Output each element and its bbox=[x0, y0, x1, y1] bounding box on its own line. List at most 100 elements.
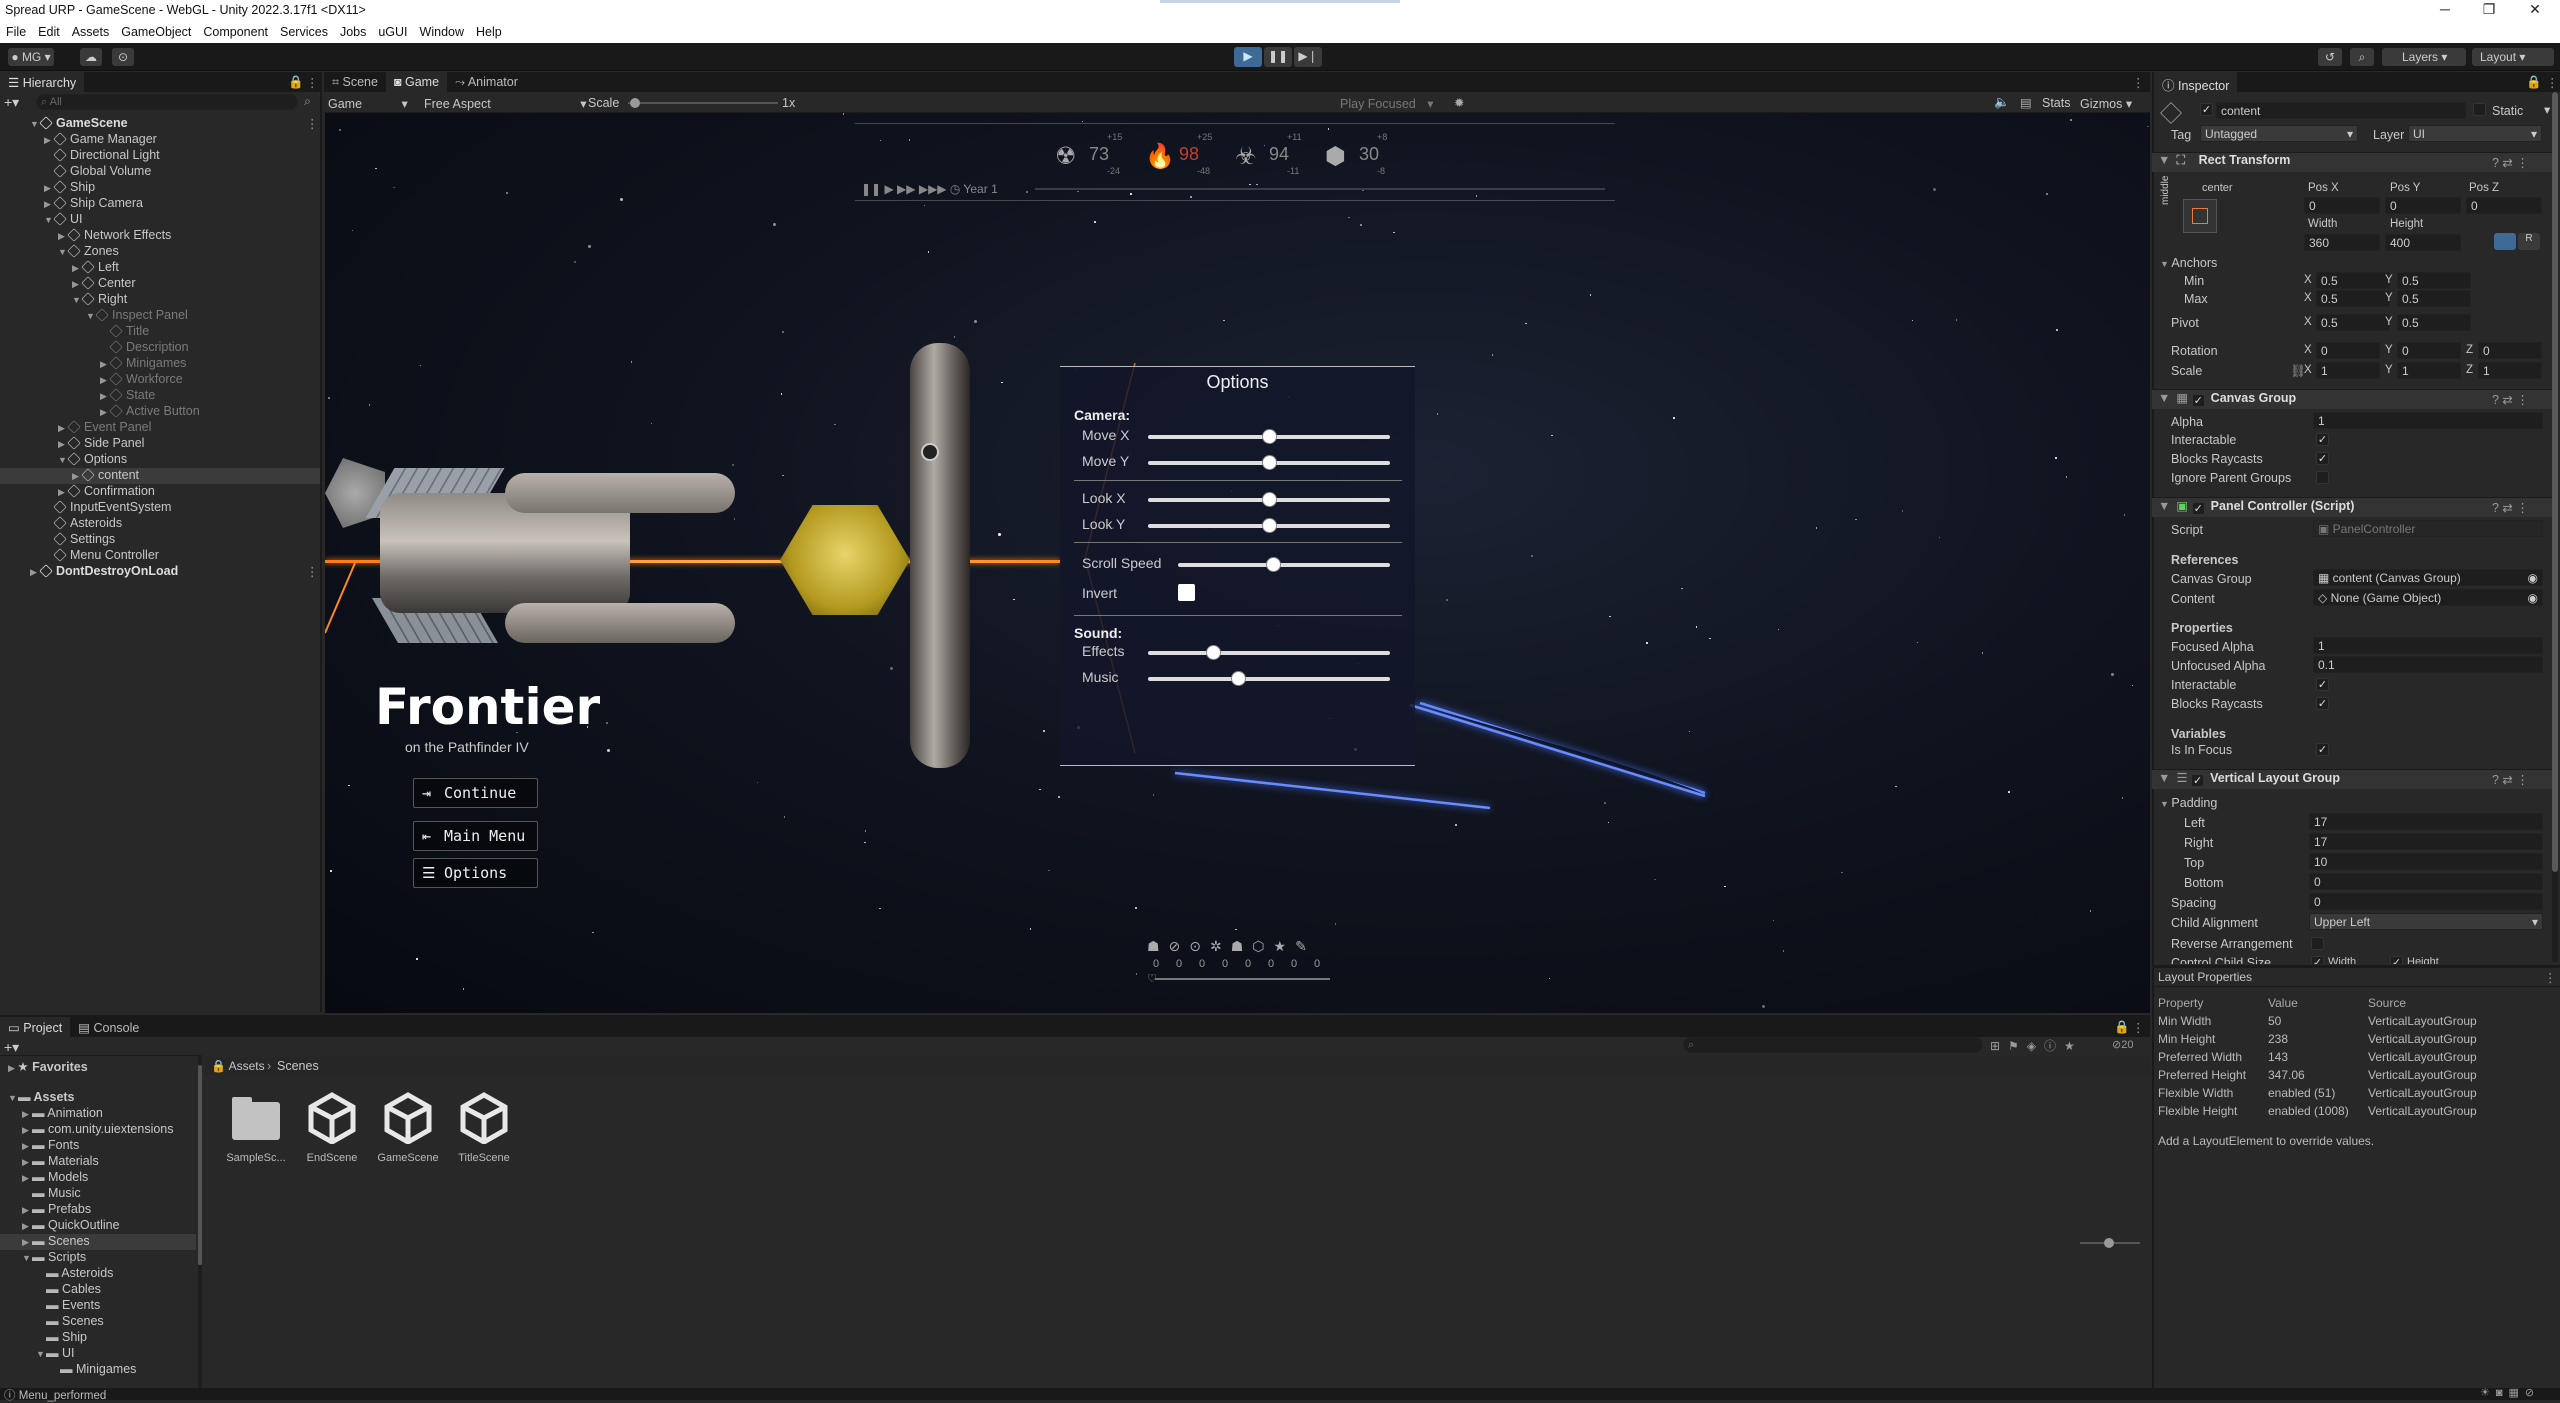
panel-controller-enabled-checkbox[interactable]: ✓ bbox=[2191, 502, 2205, 515]
project-folder-item[interactable]: ▬ Music bbox=[0, 1186, 196, 1202]
scene-filter-icon[interactable]: ⌕ bbox=[304, 94, 311, 109]
canvas-group-ref-field[interactable]: ▦ content (Canvas Group) ◉ bbox=[2313, 569, 2543, 586]
pc-blocks-checkbox[interactable]: ✓ bbox=[2316, 697, 2329, 710]
tree-scrollbar[interactable] bbox=[198, 1055, 202, 1390]
content-ref-field[interactable]: ◇ None (Game Object) ◉ bbox=[2313, 589, 2543, 606]
expand-arrow-icon[interactable]: ▶ bbox=[30, 567, 40, 578]
control-height-checkbox[interactable]: ✓ bbox=[2390, 956, 2403, 964]
asset-label[interactable]: GameScene bbox=[374, 1152, 442, 1164]
vlg-header[interactable]: ▼ ☰ ✓ Vertical Layout Group ? ⇄ ⋮ bbox=[2152, 769, 2552, 789]
component-tools-icon[interactable]: ? ⇄ ⋮ bbox=[2492, 155, 2529, 170]
reverse-arrangement-checkbox[interactable] bbox=[2311, 937, 2324, 950]
menu-services[interactable]: Services bbox=[274, 21, 334, 39]
inspector-scrollbar-thumb[interactable] bbox=[2552, 92, 2558, 872]
hierarchy-item[interactable]: ▶ Active Button bbox=[0, 404, 320, 420]
game-viewport[interactable]: ☢ 73 +15 -24 🔥 98 +25 -48 ☣ 94 +11 -11 ⬢ 30 +8 -8 ❚❚ ▶ … bbox=[325, 113, 2150, 1013]
slider-knob[interactable] bbox=[1262, 518, 1277, 533]
layout-dropdown[interactable]: Layout ▾ bbox=[2472, 48, 2554, 66]
project-folder-item[interactable]: ▶ ▬ Animation bbox=[0, 1106, 196, 1122]
ignore-parent-checkbox[interactable] bbox=[2316, 471, 2329, 484]
blocks-raycasts-checkbox[interactable]: ✓ bbox=[2316, 452, 2329, 465]
lock-icon[interactable]: 🔒 bbox=[288, 75, 304, 90]
expand-arrow-icon[interactable]: ▶ bbox=[58, 231, 68, 242]
focused-alpha-input[interactable]: 1 bbox=[2313, 637, 2543, 654]
asset-label[interactable]: EndScene bbox=[298, 1152, 366, 1164]
project-folder-item[interactable]: ▶ ▬ Materials bbox=[0, 1154, 196, 1170]
lock-icon[interactable]: 🔒 bbox=[2114, 1020, 2130, 1035]
anchors-foldout[interactable]: ▼ Anchors bbox=[2160, 256, 2217, 270]
panel-menu-icon[interactable]: ⋮ bbox=[2544, 970, 2557, 985]
hierarchy-item[interactable]: InputEventSystem bbox=[0, 500, 320, 516]
expand-arrow-icon[interactable]: ▶ bbox=[22, 1221, 32, 1232]
expand-arrow-icon[interactable]: ▶ bbox=[100, 407, 110, 418]
aspect-dropdown[interactable]: Free Aspect ▾ bbox=[424, 96, 586, 111]
project-folder-item[interactable]: ▶ ▬ Fonts bbox=[0, 1138, 196, 1154]
unity-scene-icon[interactable] bbox=[306, 1092, 358, 1145]
expand-arrow-icon[interactable]: ▼ bbox=[58, 247, 68, 257]
slider-knob[interactable] bbox=[1262, 455, 1277, 470]
expand-arrow-icon[interactable]: ▼ bbox=[44, 215, 54, 225]
tab-scene[interactable]: ⌗ Scene bbox=[324, 72, 386, 92]
breadcrumb-assets[interactable]: 🔒 Assets bbox=[211, 1059, 265, 1073]
expand-arrow-icon[interactable]: ▶ bbox=[100, 391, 110, 402]
pos-z-input[interactable]: 0 bbox=[2466, 197, 2542, 214]
play-icon[interactable]: ▶ bbox=[884, 182, 893, 196]
hidden-packages-count[interactable]: ⊘20 bbox=[2112, 1038, 2133, 1051]
object-name-input[interactable]: content bbox=[2216, 102, 2466, 119]
scale-slider-knob[interactable] bbox=[630, 98, 640, 108]
active-checkbox[interactable]: ✓ bbox=[2200, 103, 2213, 116]
expand-arrow-icon[interactable]: ▶ bbox=[22, 1141, 32, 1152]
static-checkbox[interactable] bbox=[2473, 103, 2486, 116]
padding-right-input[interactable]: 17 bbox=[2309, 833, 2543, 850]
pivot-x-input[interactable]: 0.5 bbox=[2316, 314, 2390, 331]
invert-checkbox[interactable] bbox=[1178, 584, 1195, 601]
bug-icon[interactable]: ✹ bbox=[1454, 95, 1464, 110]
cloud-icon[interactable]: ☁ bbox=[80, 48, 102, 66]
expand-arrow-icon[interactable]: ▶ bbox=[22, 1157, 32, 1168]
menu-window[interactable]: Window bbox=[414, 21, 470, 39]
blueprint-mode-button[interactable] bbox=[2494, 233, 2516, 250]
expand-arrow-icon[interactable]: ▶ bbox=[22, 1237, 32, 1248]
add-object-button[interactable]: +▾ bbox=[4, 94, 28, 110]
tab-game[interactable]: ◙ Game bbox=[385, 72, 448, 92]
menu-edit[interactable]: Edit bbox=[32, 21, 66, 39]
rotation-z-input[interactable]: 0 bbox=[2478, 342, 2542, 359]
display-dropdown[interactable]: Game ▾ bbox=[328, 96, 408, 111]
project-folder-item[interactable]: ▶ ▬ Scenes bbox=[0, 1234, 196, 1250]
slider-knob[interactable] bbox=[1266, 557, 1282, 572]
item-menu-icon[interactable]: ⋮ bbox=[306, 564, 319, 579]
unity-scene-icon[interactable] bbox=[458, 1092, 510, 1145]
lock-icon[interactable]: 🔒 bbox=[2526, 75, 2542, 90]
anchor-presets-button[interactable] bbox=[2183, 199, 2217, 233]
tab-animator[interactable]: ⤳ Animator bbox=[447, 72, 526, 92]
scale-x-input[interactable]: 1 bbox=[2316, 362, 2380, 379]
pause-icon[interactable]: ❚❚ bbox=[861, 182, 881, 196]
tab-project[interactable]: ▭ Project bbox=[0, 1017, 71, 1037]
menu-component[interactable]: Component bbox=[197, 21, 274, 39]
in-focus-checkbox[interactable]: ✓ bbox=[2316, 743, 2329, 756]
slider-knob[interactable] bbox=[1262, 492, 1277, 507]
project-folder-item[interactable]: ▶ ▬ Models bbox=[0, 1170, 196, 1186]
item-menu-icon[interactable]: ⋮ bbox=[306, 116, 319, 131]
audio-icon[interactable]: 🔈 bbox=[1994, 95, 2010, 110]
expand-arrow-icon[interactable]: ▶ bbox=[72, 471, 82, 482]
scale-z-input[interactable]: 1 bbox=[2478, 362, 2542, 379]
expand-arrow-icon[interactable]: ▶ bbox=[100, 359, 110, 370]
padding-left-input[interactable]: 17 bbox=[2309, 813, 2543, 830]
menu-jobs[interactable]: Jobs bbox=[334, 21, 372, 39]
control-width-checkbox[interactable]: ✓ bbox=[2311, 956, 2324, 964]
project-filter-icons[interactable]: ⊞⚑◈ⓘ★ bbox=[1990, 1037, 2083, 1054]
unity-scene-icon[interactable] bbox=[382, 1092, 434, 1145]
slider-knob[interactable] bbox=[1206, 645, 1222, 660]
tag-dropdown[interactable]: Untagged ▾ bbox=[2200, 125, 2358, 142]
expand-arrow-icon[interactable]: ▼ bbox=[86, 311, 96, 321]
project-folder-item[interactable]: ▶ ▬ com.unity.uiextensions bbox=[0, 1122, 196, 1138]
canvas-group-enabled-checkbox[interactable]: ✓ bbox=[2191, 394, 2205, 407]
main-menu-button[interactable]: ⇤ Main Menu bbox=[413, 821, 538, 851]
play-focused-dropdown[interactable]: Play Focused ▾ bbox=[1340, 96, 1434, 111]
hierarchy-item[interactable]: Description bbox=[0, 340, 320, 356]
breadcrumb-scenes[interactable]: Scenes bbox=[277, 1059, 319, 1073]
alpha-input[interactable]: 1 bbox=[2313, 412, 2543, 429]
expand-arrow-icon[interactable]: ▶ bbox=[22, 1125, 32, 1136]
project-folder-item[interactable]: ▬ Cables bbox=[0, 1282, 196, 1298]
